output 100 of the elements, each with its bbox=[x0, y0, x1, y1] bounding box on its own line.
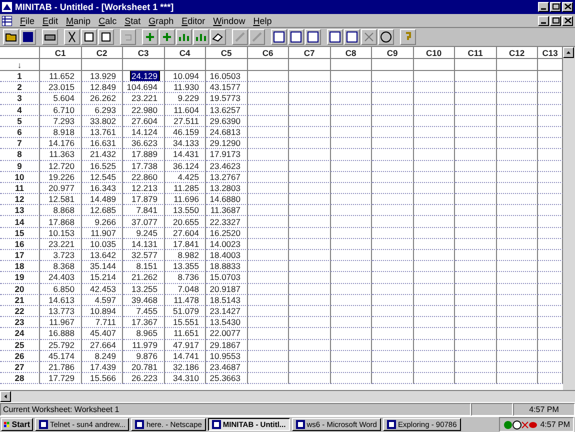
table-cell[interactable] bbox=[455, 228, 496, 239]
scroll-up-icon[interactable] bbox=[563, 47, 574, 58]
table-cell[interactable]: 45.407 bbox=[82, 328, 123, 340]
table-cell[interactable] bbox=[496, 340, 538, 351]
column-header[interactable]: C5 bbox=[206, 47, 248, 59]
table-cell[interactable] bbox=[455, 284, 496, 295]
table-cell[interactable]: 13.550 bbox=[164, 205, 206, 216]
table-cell[interactable] bbox=[414, 250, 455, 262]
table-cell[interactable]: 16.631 bbox=[82, 138, 123, 150]
table-cell[interactable]: 13.929 bbox=[82, 71, 123, 82]
table-cell[interactable] bbox=[414, 284, 455, 295]
table-cell[interactable]: 11.478 bbox=[164, 294, 206, 306]
table-cell[interactable] bbox=[248, 272, 289, 284]
table-cell[interactable]: 23.221 bbox=[123, 93, 164, 105]
table-cell[interactable]: 27.511 bbox=[164, 116, 206, 127]
table-cell[interactable]: 19.226 bbox=[40, 172, 82, 183]
table-cell[interactable] bbox=[496, 362, 538, 374]
table-cell[interactable]: 45.174 bbox=[40, 350, 82, 362]
table-cell[interactable] bbox=[289, 284, 330, 295]
table-cell[interactable]: 12.720 bbox=[40, 160, 82, 172]
table-cell[interactable] bbox=[289, 216, 330, 228]
table-cell[interactable]: 16.0503 bbox=[206, 71, 248, 82]
table-cell[interactable] bbox=[248, 116, 289, 127]
table-cell[interactable]: 10.153 bbox=[40, 228, 82, 239]
table-cell[interactable] bbox=[414, 82, 455, 94]
table-cell[interactable] bbox=[289, 104, 330, 116]
table-cell[interactable] bbox=[248, 250, 289, 262]
chart-icon[interactable] bbox=[176, 29, 192, 45]
table-cell[interactable] bbox=[289, 317, 330, 328]
table-cell[interactable] bbox=[496, 71, 538, 82]
table-cell[interactable] bbox=[455, 328, 496, 340]
table-cell[interactable] bbox=[414, 172, 455, 183]
table-cell[interactable] bbox=[289, 172, 330, 183]
table-cell[interactable] bbox=[248, 294, 289, 306]
table-cell[interactable] bbox=[496, 250, 538, 262]
table-cell[interactable]: 17.879 bbox=[123, 194, 164, 206]
table-cell[interactable] bbox=[372, 228, 414, 239]
start-button[interactable]: Start bbox=[1, 418, 33, 431]
table-cell[interactable] bbox=[455, 116, 496, 127]
window-icon[interactable] bbox=[288, 29, 304, 45]
table-cell[interactable] bbox=[455, 149, 496, 160]
save-icon[interactable] bbox=[20, 29, 36, 45]
insert-icon[interactable] bbox=[142, 29, 158, 45]
table-cell[interactable]: 13.642 bbox=[82, 250, 123, 262]
table-cell[interactable]: 5.604 bbox=[40, 93, 82, 105]
table-cell[interactable]: 11.363 bbox=[40, 149, 82, 160]
table-cell[interactable] bbox=[372, 350, 414, 362]
column-header[interactable]: C6 bbox=[248, 47, 289, 59]
table-cell[interactable] bbox=[330, 216, 372, 228]
table-cell[interactable]: 15.551 bbox=[164, 317, 206, 328]
chart-icon[interactable] bbox=[193, 29, 209, 45]
table-cell[interactable] bbox=[496, 238, 538, 250]
table-cell[interactable] bbox=[248, 284, 289, 295]
table-cell[interactable] bbox=[455, 104, 496, 116]
table-cell[interactable] bbox=[455, 294, 496, 306]
table-cell[interactable] bbox=[414, 228, 455, 239]
table-cell[interactable]: 32.577 bbox=[123, 250, 164, 262]
table-cell[interactable] bbox=[372, 216, 414, 228]
table-cell[interactable]: 23.221 bbox=[40, 238, 82, 250]
table-cell[interactable] bbox=[414, 116, 455, 127]
table-cell[interactable]: 8.368 bbox=[40, 261, 82, 272]
table-cell[interactable] bbox=[248, 238, 289, 250]
table-cell[interactable] bbox=[496, 328, 538, 340]
table-cell[interactable] bbox=[330, 261, 372, 272]
table-cell[interactable] bbox=[496, 93, 538, 105]
table-cell[interactable] bbox=[330, 284, 372, 295]
table-cell[interactable] bbox=[496, 294, 538, 306]
table-cell[interactable] bbox=[496, 373, 538, 384]
table-cell[interactable]: 11.979 bbox=[123, 340, 164, 351]
window-icon[interactable] bbox=[327, 29, 343, 45]
table-cell[interactable] bbox=[248, 306, 289, 318]
table-cell[interactable]: 23.015 bbox=[40, 82, 82, 94]
menu-item[interactable]: Edit bbox=[42, 16, 58, 26]
table-cell[interactable] bbox=[330, 116, 372, 127]
table-cell[interactable]: 33.802 bbox=[82, 116, 123, 127]
menu-item[interactable]: File bbox=[20, 16, 35, 26]
table-cell[interactable] bbox=[330, 149, 372, 160]
table-cell[interactable]: 6.850 bbox=[40, 284, 82, 295]
table-cell[interactable] bbox=[372, 238, 414, 250]
table-cell[interactable]: 47.917 bbox=[164, 340, 206, 351]
table-cell[interactable] bbox=[414, 350, 455, 362]
table-cell[interactable] bbox=[372, 138, 414, 150]
table-cell[interactable]: 13.2767 bbox=[206, 172, 248, 183]
table-cell[interactable]: 29.1290 bbox=[206, 138, 248, 150]
table-cell[interactable] bbox=[496, 272, 538, 284]
menu-item[interactable]: Graph bbox=[148, 16, 174, 26]
table-cell[interactable] bbox=[248, 126, 289, 138]
table-cell[interactable] bbox=[496, 261, 538, 272]
table-cell[interactable]: 24.403 bbox=[40, 272, 82, 284]
table-cell[interactable] bbox=[289, 149, 330, 160]
table-cell[interactable]: 15.214 bbox=[82, 272, 123, 284]
table-cell[interactable] bbox=[330, 172, 372, 183]
table-cell[interactable] bbox=[372, 328, 414, 340]
minimize-button[interactable] bbox=[538, 2, 549, 12]
table-cell[interactable] bbox=[496, 138, 538, 150]
table-cell[interactable] bbox=[248, 138, 289, 150]
table-cell[interactable]: 10.9553 bbox=[206, 350, 248, 362]
window-icon[interactable] bbox=[344, 29, 360, 45]
table-cell[interactable] bbox=[414, 373, 455, 384]
table-cell[interactable]: 7.048 bbox=[164, 284, 206, 295]
